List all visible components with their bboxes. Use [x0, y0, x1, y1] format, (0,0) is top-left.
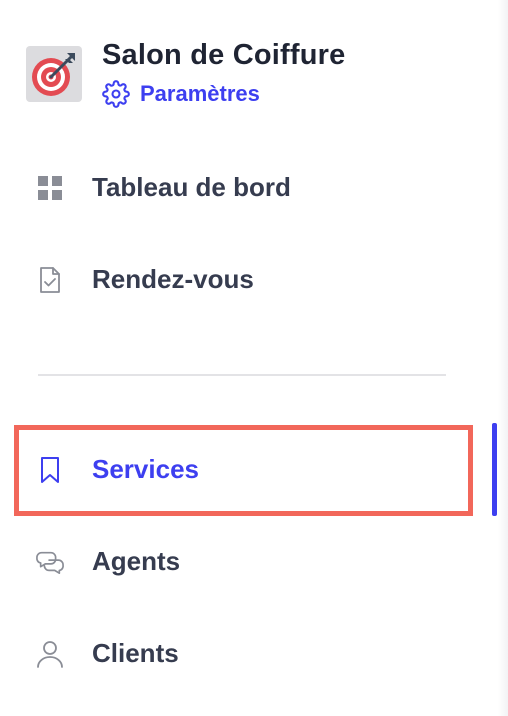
nav-item-clients[interactable]: Clients	[36, 638, 179, 669]
nav-item-agents[interactable]: Agents	[36, 546, 180, 577]
nav-item-tableau-de-bord[interactable]: Tableau de bord	[36, 172, 291, 203]
nav-label: Clients	[92, 638, 179, 668]
user-icon	[36, 640, 64, 668]
nav-label: Rendez-vous	[92, 264, 254, 294]
chat-bubbles-icon	[36, 548, 64, 576]
selection-highlight	[14, 425, 473, 516]
checked-document-icon	[36, 266, 64, 294]
nav-item-rendez-vous[interactable]: Rendez-vous	[36, 264, 254, 295]
gear-icon	[102, 80, 130, 108]
sidebar-header: Salon de Coiffure Paramètres	[26, 38, 345, 108]
target-dart-icon[interactable]	[26, 46, 82, 102]
nav-label: Agents	[92, 546, 181, 576]
nav-label: Tableau de bord	[92, 172, 291, 202]
active-indicator	[492, 423, 497, 516]
sidebar-edge-shade	[498, 0, 508, 716]
settings-link[interactable]: Paramètres	[102, 80, 345, 108]
grid-icon	[36, 174, 64, 202]
app-title: Salon de Coiffure	[102, 39, 346, 71]
nav-divider	[38, 374, 446, 376]
sidebar: Salon de Coiffure Paramètres Tableau de …	[0, 0, 508, 716]
settings-label: Paramètres	[140, 81, 260, 106]
